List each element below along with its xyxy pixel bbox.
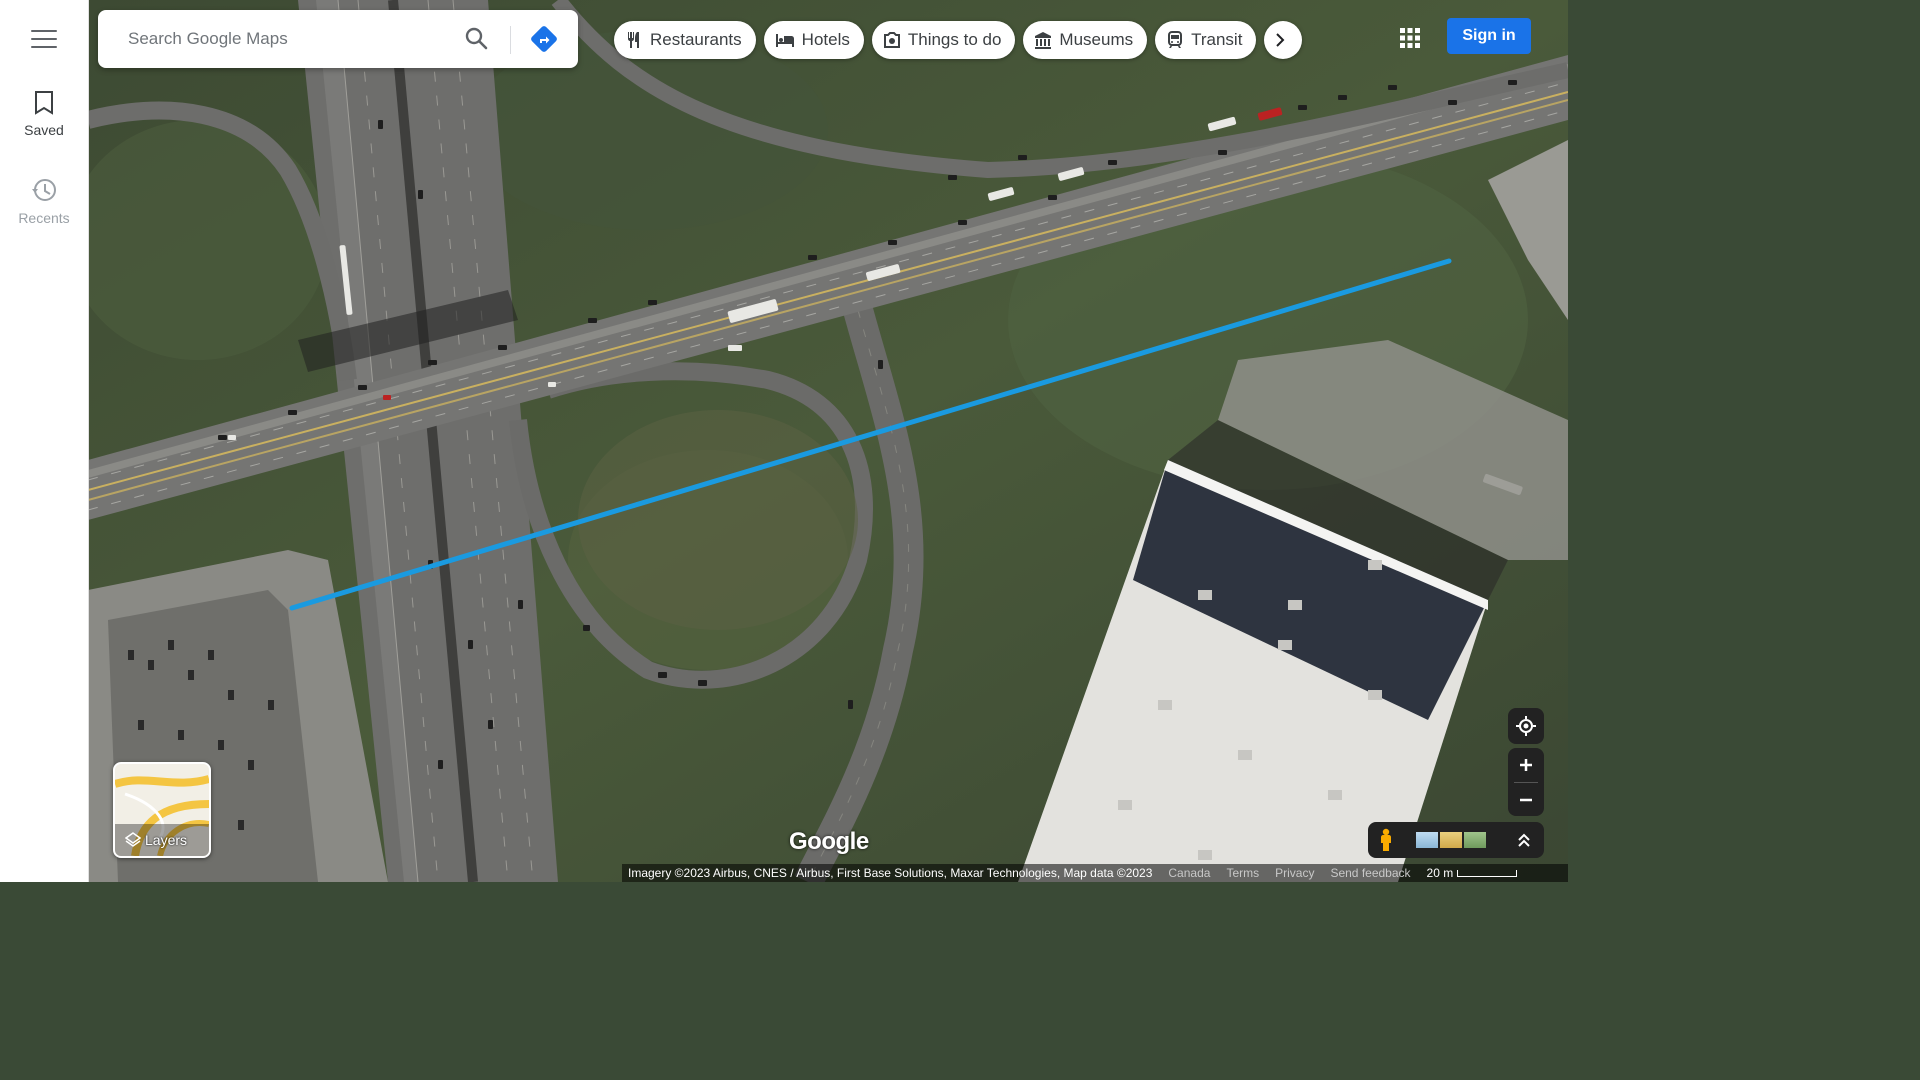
layers-label-row: Layers <box>125 832 187 848</box>
chip-transit[interactable]: Transit <box>1155 21 1257 59</box>
directions-icon[interactable] <box>530 25 558 53</box>
fork-knife-icon <box>628 32 639 48</box>
scale-indicator[interactable]: 20 m <box>1427 866 1518 880</box>
search-icon[interactable] <box>464 26 490 52</box>
crosshair-icon <box>1516 716 1536 736</box>
zoom-control <box>1508 748 1544 816</box>
chevron-up-double-icon[interactable] <box>1516 830 1532 850</box>
recents-button[interactable]: Recents <box>0 176 88 226</box>
recents-label: Recents <box>18 210 70 226</box>
minus-icon <box>1520 798 1532 802</box>
map-tools-strip <box>1368 822 1544 858</box>
thumb-globe[interactable] <box>1416 832 1438 848</box>
imagery-attribution: Imagery ©2023 Airbus, CNES / Airbus, Fir… <box>628 866 1153 880</box>
scale-bar <box>1457 869 1518 877</box>
train-icon <box>1168 31 1183 48</box>
chip-label: Transit <box>1191 30 1243 49</box>
thumb-satellite[interactable] <box>1464 832 1486 848</box>
chip-label: Things to do <box>907 30 1002 49</box>
bookmark-icon <box>35 91 53 115</box>
zoom-in-button[interactable] <box>1508 748 1544 782</box>
saved-button[interactable]: Saved <box>0 90 88 138</box>
layers-label: Layers <box>145 832 188 848</box>
send-feedback-link[interactable]: Send feedback <box>1330 866 1410 880</box>
camera-icon <box>883 32 900 48</box>
chip-museums[interactable]: Museums <box>1023 21 1148 59</box>
menu-icon[interactable] <box>31 30 57 50</box>
left-rail: Saved Recents <box>0 0 89 882</box>
apps-grid-icon[interactable] <box>1398 26 1422 50</box>
privacy-link[interactable]: Privacy <box>1275 866 1314 880</box>
chip-label: Restaurants <box>650 30 742 49</box>
imagery-thumbnails <box>1416 832 1486 848</box>
chip-things-to-do[interactable]: Things to do <box>871 21 1016 59</box>
satellite-imagery <box>88 0 1568 882</box>
bed-icon <box>775 34 794 47</box>
chip-restaurants[interactable]: Restaurants <box>614 21 756 59</box>
history-icon <box>32 179 56 201</box>
chip-label: Hotels <box>801 30 850 49</box>
chip-label: Museums <box>1059 30 1134 49</box>
layers-button[interactable]: Layers <box>113 762 211 858</box>
pegman-icon[interactable] <box>1378 828 1394 852</box>
saved-label: Saved <box>24 122 64 138</box>
layers-icon <box>125 832 141 847</box>
terms-link[interactable]: Terms <box>1226 866 1259 880</box>
search-divider <box>510 26 511 54</box>
zoom-out-button[interactable] <box>1508 783 1544 817</box>
chip-hotels[interactable]: Hotels <box>763 21 864 59</box>
plus-icon <box>1520 759 1532 771</box>
map-canvas[interactable]: Google <box>88 0 1568 882</box>
sign-in-button[interactable]: Sign in <box>1447 18 1531 54</box>
search-box <box>98 10 578 68</box>
search-input[interactable] <box>126 28 450 50</box>
thumb-terrain[interactable] <box>1440 832 1462 848</box>
country-label[interactable]: Canada <box>1168 866 1210 880</box>
chevron-right-icon <box>1276 33 1285 47</box>
my-location-button[interactable] <box>1508 708 1544 744</box>
chips-next-button[interactable] <box>1264 21 1303 59</box>
category-chips: Restaurants Hotels Things to do Museums … <box>614 21 1303 61</box>
scale-label: 20 m <box>1426 866 1454 880</box>
museum-icon <box>1035 32 1052 49</box>
google-logo: Google <box>789 828 869 855</box>
attribution-bar: Imagery ©2023 Airbus, CNES / Airbus, Fir… <box>622 864 1568 882</box>
